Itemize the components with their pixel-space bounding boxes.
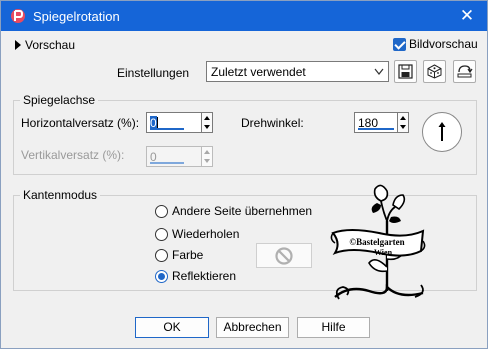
save-preset-button[interactable] xyxy=(394,60,417,83)
radio-button[interactable] xyxy=(155,227,168,241)
close-button[interactable]: ✕ xyxy=(447,1,487,31)
rotation-label: Drehwinkel: xyxy=(241,116,304,130)
edge-option-other-side[interactable]: Andere Seite übernehmen xyxy=(155,204,312,218)
vertical-offset-stepper[interactable] xyxy=(201,146,213,167)
arrow-down-icon[interactable] xyxy=(204,159,210,163)
edge-option-label: Wiederholen xyxy=(172,227,240,241)
randomize-button[interactable] xyxy=(423,60,446,83)
preview-toggle[interactable]: Vorschau xyxy=(15,38,75,52)
horizontal-offset-label: Horizontalversatz (%): xyxy=(21,116,140,130)
image-preview-option[interactable]: Bildvorschau xyxy=(393,37,478,51)
cancel-button[interactable]: Abbrechen xyxy=(216,317,289,338)
edge-option-label: Reflektieren xyxy=(172,269,237,283)
close-icon: ✕ xyxy=(459,6,475,25)
settings-label: Einstellungen xyxy=(117,66,190,80)
edge-mode-legend: Kantenmodus xyxy=(20,188,101,202)
reset-button[interactable] xyxy=(453,60,476,83)
image-preview-checkbox[interactable] xyxy=(393,37,406,51)
rotation-spinner[interactable]: 180 xyxy=(354,112,409,133)
dialog-window: Spiegelrotation ✕ Vorschau Bildvorschau … xyxy=(0,0,488,349)
watermark-text-line2: Wien xyxy=(374,248,393,257)
rotation-slider[interactable] xyxy=(358,128,394,130)
arrow-up-icon[interactable] xyxy=(400,116,406,120)
edge-option-label: Farbe xyxy=(172,248,204,262)
vertical-offset-slider[interactable] xyxy=(150,162,184,164)
app-icon xyxy=(11,9,25,23)
arrow-down-icon[interactable] xyxy=(400,125,406,129)
ok-button[interactable]: OK xyxy=(135,317,209,338)
horizontal-offset-slider[interactable] xyxy=(150,128,184,130)
title-bar[interactable]: Spiegelrotation ✕ xyxy=(1,1,487,31)
arrow-down-icon[interactable] xyxy=(204,125,210,129)
mirror-axis-legend: Spiegelachse xyxy=(20,93,99,107)
watermark-logo: ©Bastelgarten Wien xyxy=(330,184,426,300)
dial-needle-icon xyxy=(438,122,446,141)
settings-select[interactable]: Zuletzt verwendet xyxy=(206,61,389,82)
chevron-down-icon xyxy=(374,68,384,75)
help-button[interactable]: Hilfe xyxy=(297,317,370,338)
arrow-up-icon[interactable] xyxy=(204,116,210,120)
color-picker-button[interactable] xyxy=(256,243,312,268)
save-icon xyxy=(398,64,413,79)
edge-option-repeat[interactable]: Wiederholen xyxy=(155,227,239,241)
arrow-up-icon[interactable] xyxy=(204,150,210,154)
reset-icon xyxy=(457,65,473,78)
edge-option-color[interactable]: Farbe xyxy=(155,248,203,262)
radio-button[interactable] xyxy=(155,248,168,262)
vertical-offset-spinner[interactable]: 0 xyxy=(146,146,213,167)
randomize-icon xyxy=(427,64,442,79)
image-preview-label: Bildvorschau xyxy=(409,37,478,51)
settings-select-value: Zuletzt verwendet xyxy=(211,65,306,79)
window-title: Spiegelrotation xyxy=(33,9,120,24)
rotation-stepper[interactable] xyxy=(397,112,409,133)
vertical-offset-label: Vertikalversatz (%): xyxy=(21,148,125,162)
horizontal-offset-spinner[interactable]: 0 xyxy=(146,112,213,133)
no-color-icon xyxy=(275,246,293,265)
expand-triangle-icon xyxy=(15,40,21,50)
watermark-text-line1: ©Bastelgarten xyxy=(349,237,404,247)
horizontal-offset-stepper[interactable] xyxy=(201,112,213,133)
rotation-dial[interactable] xyxy=(422,112,462,152)
preview-toggle-label: Vorschau xyxy=(25,38,76,52)
edge-option-label: Andere Seite übernehmen xyxy=(172,204,313,218)
radio-button-selected[interactable] xyxy=(155,269,168,283)
edge-option-reflect[interactable]: Reflektieren xyxy=(155,269,236,283)
radio-button[interactable] xyxy=(155,204,168,218)
